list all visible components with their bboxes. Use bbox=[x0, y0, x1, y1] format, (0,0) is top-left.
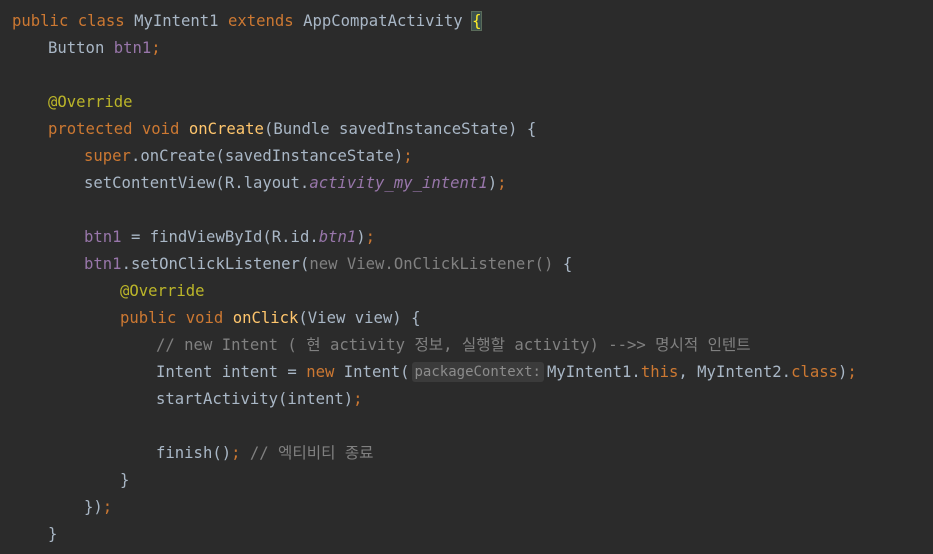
static-field: activity_my_intent1 bbox=[309, 174, 488, 192]
semicolon: ; bbox=[353, 390, 363, 408]
semicolon: ; bbox=[403, 147, 413, 165]
semicolon: ; bbox=[102, 498, 113, 516]
matched-brace: { bbox=[471, 11, 483, 31]
method-name: onClick bbox=[232, 309, 299, 327]
comment: // new Intent ( 현 activity 정보, 실행할 activ… bbox=[156, 336, 751, 354]
semicolon: ; bbox=[231, 444, 241, 462]
folded-anonymous-class[interactable]: new View.OnClickListener() bbox=[309, 255, 553, 273]
code-line-5: protected void onCreate(Bundle savedInst… bbox=[0, 116, 933, 143]
paren: ) bbox=[356, 228, 366, 246]
code-line-14: Intent intent = new Intent(packageContex… bbox=[0, 359, 933, 386]
keyword: void bbox=[185, 309, 224, 327]
close-brace: } bbox=[120, 471, 130, 489]
code-line-12: public void onClick(View view) { bbox=[0, 305, 933, 332]
annotation: @Override bbox=[48, 93, 133, 111]
code-editor[interactable]: public class MyIntent1 extends AppCompat… bbox=[0, 0, 933, 554]
field-name: btn1 bbox=[84, 228, 122, 246]
code-line-13: // new Intent ( 현 activity 정보, 실행할 activ… bbox=[0, 332, 933, 359]
close-brace: } bbox=[48, 525, 58, 543]
class-ref: MyIntent1. bbox=[546, 363, 641, 381]
semicolon: ; bbox=[847, 363, 857, 381]
keyword: class bbox=[791, 363, 839, 381]
method-call: .onCreate(savedInstanceState) bbox=[130, 147, 404, 165]
assignment: = findViewById(R.id. bbox=[121, 228, 319, 246]
code-line-6: super.onCreate(savedInstanceState); bbox=[0, 143, 933, 170]
semicolon: ; bbox=[151, 39, 161, 57]
method-call: setContentView(R.layout. bbox=[84, 174, 310, 192]
keyword: public bbox=[12, 12, 69, 30]
method-call: .setOnClickListener( bbox=[121, 255, 310, 273]
paren: ) bbox=[487, 174, 498, 192]
code-line-19: }); bbox=[0, 494, 933, 521]
close-brace: }) bbox=[84, 498, 103, 516]
code-line-7: setContentView(R.layout.activity_my_inte… bbox=[0, 170, 933, 197]
constructor-call: Intent( bbox=[334, 363, 410, 381]
keyword: extends bbox=[227, 12, 294, 30]
keyword: new bbox=[306, 363, 335, 381]
code-line-15: startActivity(intent); bbox=[0, 386, 933, 413]
method-call: finish() bbox=[156, 444, 232, 462]
keyword: public bbox=[120, 309, 177, 327]
method-params: (Bundle savedInstanceState) { bbox=[263, 120, 537, 138]
keyword: void bbox=[141, 120, 180, 138]
code-line-11: @Override bbox=[0, 278, 933, 305]
keyword: protected bbox=[48, 120, 133, 138]
code-line-2: Button btn1; bbox=[0, 35, 933, 62]
code-line-4: @Override bbox=[0, 89, 933, 116]
field-name: btn1 bbox=[84, 255, 122, 273]
superclass-name: AppCompatActivity bbox=[303, 12, 463, 30]
semicolon: ; bbox=[365, 228, 376, 246]
type-name: Button bbox=[48, 39, 105, 57]
keyword: this bbox=[640, 363, 679, 381]
static-field: btn1 bbox=[318, 228, 357, 246]
code-line-17: finish(); // 엑티비티 종료 bbox=[0, 440, 933, 467]
method-call: startActivity(intent) bbox=[156, 390, 354, 408]
open-brace: { bbox=[553, 255, 573, 273]
code-line-20: } bbox=[0, 521, 933, 548]
code-line-9: btn1 = findViewById(R.id.btn1); bbox=[0, 224, 933, 251]
semicolon: ; bbox=[497, 174, 507, 192]
declaration: Intent intent = bbox=[156, 363, 307, 381]
method-params: (View view) { bbox=[298, 309, 421, 327]
code-line-1: public class MyIntent1 extends AppCompat… bbox=[0, 8, 933, 35]
paren: ) bbox=[838, 363, 848, 381]
comment: // 엑티비티 종료 bbox=[249, 444, 374, 462]
keyword: super bbox=[84, 147, 131, 165]
annotation: @Override bbox=[120, 282, 205, 300]
method-name: onCreate bbox=[188, 120, 264, 138]
field-name: btn1 bbox=[113, 39, 152, 57]
keyword: class bbox=[77, 12, 125, 30]
parameter-hint: packageContext: bbox=[411, 362, 544, 382]
code-line-18: } bbox=[0, 467, 933, 494]
class-ref: , MyIntent2. bbox=[678, 363, 792, 381]
code-line-10: btn1.setOnClickListener(new View.OnClick… bbox=[0, 251, 933, 278]
class-name: MyIntent1 bbox=[134, 12, 219, 30]
